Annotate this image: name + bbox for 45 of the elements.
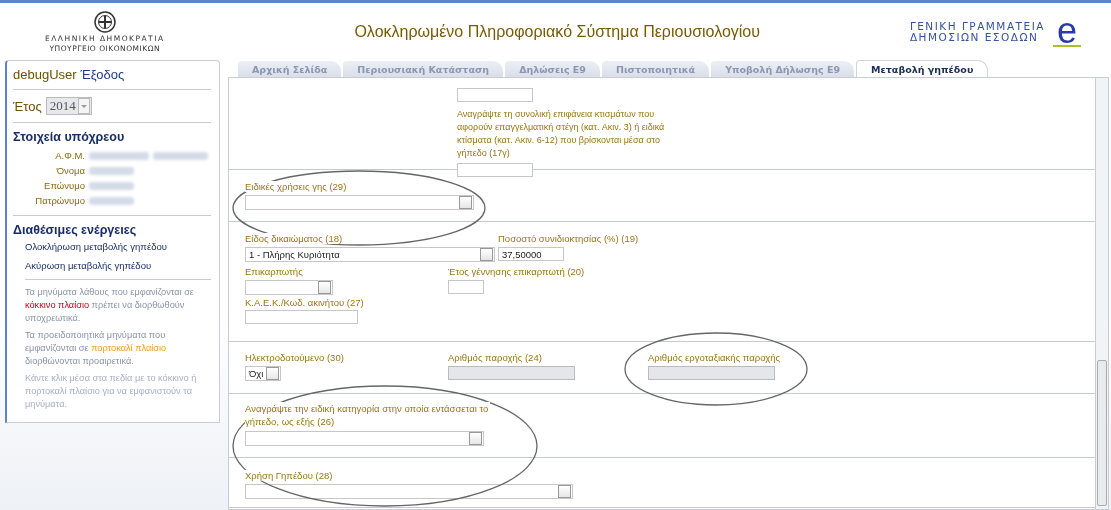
field-label: Είδος δικαιώματος (18) [245, 233, 343, 244]
select-field[interactable]: Όχι [245, 366, 281, 381]
agency-name: ΓΕΝΙΚΗ ΓΡΑΜΜΑΤΕΙΑ [909, 20, 1045, 32]
section-heading: Στοιχεία υπόχρεου [13, 130, 126, 144]
scrollbar[interactable] [1095, 78, 1108, 509]
app-title: Ολοκληρωμένο Πληροφοριακό Σύστημα Περιουσιολογίου [354, 22, 760, 41]
field-label: Αναγράψτε την ειδική κατηγορία στην οποία εντάσσεται το γήπεδο, ως εξής (26) [245, 402, 490, 428]
action-link[interactable]: Ολοκλήρωση μεταβολής γηπέδου [25, 241, 211, 252]
year-label: Έτος [13, 98, 42, 114]
field-label: Επώνυμο [43, 180, 85, 191]
logout-link[interactable]: Έξοδος [80, 67, 125, 82]
field-label: Α.Φ.Μ. [54, 150, 85, 161]
select-field[interactable] [245, 195, 474, 210]
help-note: Τα μηνύματα λάθους που εμφανίζονται σε κόκκινο πλαίσιο πρέπει να διορθωθούν υποχρεωτικά. [25, 286, 195, 325]
text-input[interactable] [457, 88, 533, 102]
help-note: Κάντε κλικ μέσα στα πεδία με το κόκκινο ή πορτοκαλί πλαίσιο για να εμφανιστούν τα μηνύματα. [25, 372, 198, 411]
field-label: Όνομα [55, 165, 85, 176]
text-input[interactable] [457, 163, 533, 177]
text-input[interactable] [448, 280, 484, 294]
field-label: Επικαρπωτής [245, 266, 303, 277]
agency-logo: e [1052, 16, 1081, 47]
field-label: Ειδικές χρήσεις γης (29) [245, 181, 347, 192]
field-label: Αριθμός παροχής (24) [448, 352, 542, 363]
section-heading: Διαθέσιμες ενέργειες [13, 223, 138, 237]
select-field[interactable] [245, 431, 484, 446]
tab[interactable]: Μεταβολή γηπέδου [856, 60, 989, 77]
scrollbar-thumb[interactable] [1097, 360, 1107, 506]
field-label: Έτος γέννησης επικαρπωτή (20) [448, 266, 585, 277]
text-input[interactable]: 37,50000 [498, 247, 564, 261]
username: debugUser [13, 67, 77, 82]
action-link[interactable]: Ακύρωση μεταβολής γηπέδου [25, 260, 211, 271]
text-input[interactable] [245, 310, 358, 324]
redacted-value [153, 151, 208, 160]
field-label: Πατρώνυμο [34, 195, 85, 206]
agency-name: ΔΗΜΟΣΙΩΝ ΕΣΟΔΩΝ [909, 31, 1040, 43]
emblem-icon [93, 10, 116, 33]
select-field[interactable] [245, 280, 333, 295]
field-label: Χρήση Γηπέδου (28) [245, 470, 333, 481]
help-note: Τα προειδοποιητικά μηνύματα που εμφανίζονται σε πορτοκαλί πλαίσιο διορθώνονται προαιρετικά. [25, 329, 168, 368]
select-field[interactable]: 1 - Πλήρης Κυριότητα [245, 247, 495, 262]
field-label: Ποσοστό συνιδιοκτησίας (%) (19) [498, 233, 639, 244]
field-label: Ηλεκτροδοτούμενο (30) [245, 352, 344, 363]
field-label: Κ.Α.Ε.Κ./Κωδ. ακινήτου (27) [245, 297, 364, 308]
select-field[interactable] [245, 484, 573, 499]
field-label: Αριθμός εργοταξιακής παροχής [648, 352, 781, 363]
